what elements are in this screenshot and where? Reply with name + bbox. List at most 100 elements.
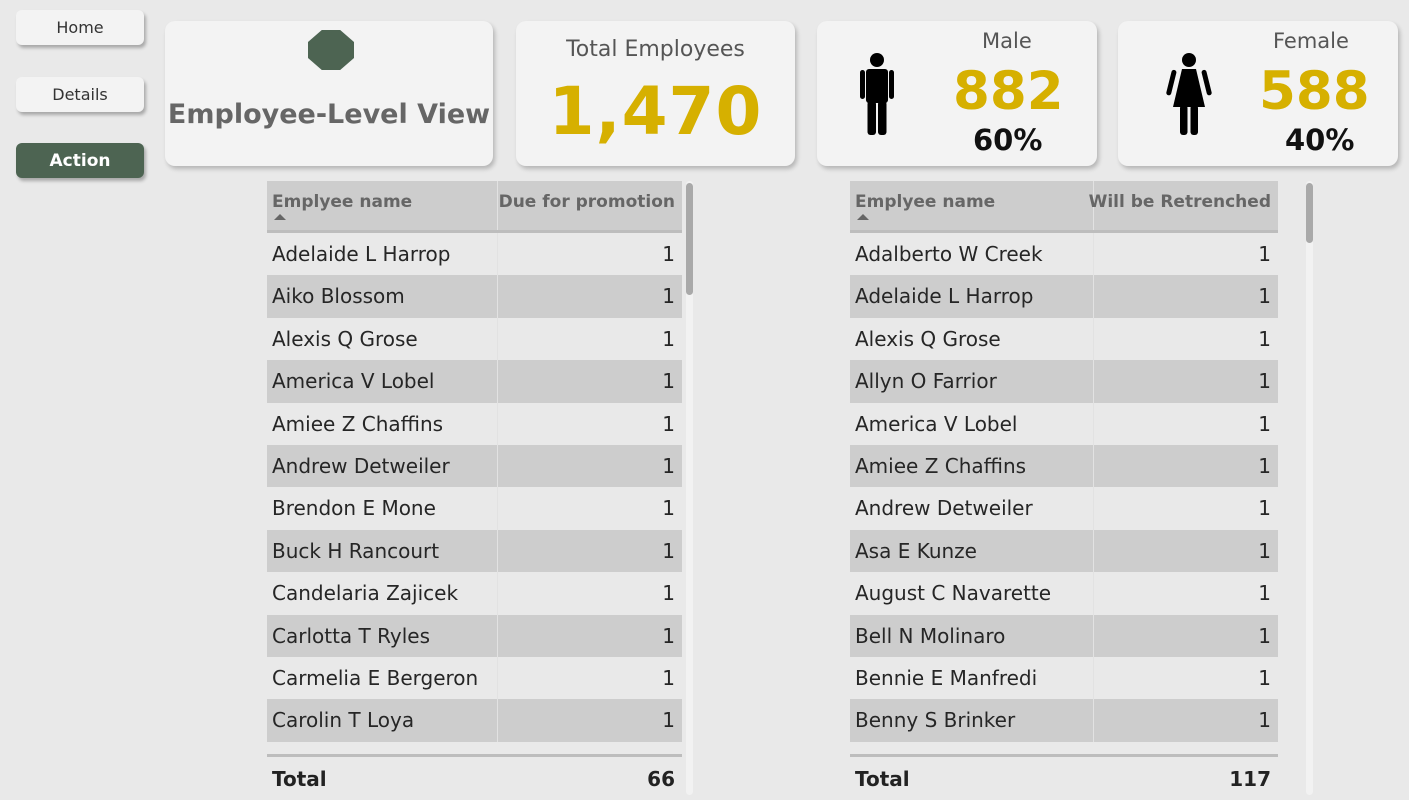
male-percent: 60% — [973, 123, 1043, 157]
column-divider — [1093, 614, 1094, 657]
value-cell: 1 — [1258, 496, 1271, 521]
male-person-icon — [860, 53, 894, 135]
table-row[interactable]: America V Lobel 1 — [267, 360, 682, 403]
table-row[interactable]: August C Navarette 1 — [850, 572, 1278, 615]
table-row[interactable]: Andrew Detweiler 1 — [850, 487, 1278, 530]
employee-name-cell: Andrew Detweiler — [272, 453, 450, 478]
employee-name-cell: Brendon E Mone — [272, 496, 436, 521]
table-row[interactable]: Adelaide L Harrop 1 — [850, 275, 1278, 318]
retrench-total-row: Total 117 — [850, 754, 1278, 798]
table-row[interactable]: Brendon E Mone 1 — [267, 487, 682, 530]
employee-name-cell: Adelaide L Harrop — [855, 284, 1034, 309]
employee-name-cell: Amiee Z Chaffins — [855, 453, 1027, 478]
table-row[interactable]: Buck H Rancourt 1 — [267, 529, 682, 573]
female-percent: 40% — [1285, 123, 1355, 157]
table-row[interactable]: Adelaide L Harrop 1 — [267, 233, 682, 276]
column-header-name[interactable]: Emplyee name — [855, 192, 995, 212]
female-count: 588 — [1259, 61, 1370, 122]
column-header-retrenched[interactable]: Will be Retrenched — [1089, 192, 1271, 212]
table-row[interactable]: America V Lobel 1 — [850, 402, 1278, 445]
table-row[interactable]: Benny S Brinker 1 — [850, 699, 1278, 742]
column-divider — [497, 529, 498, 573]
table-row[interactable]: Carlotta T Ryles 1 — [267, 614, 682, 657]
male-card: Male 882 60% — [817, 21, 1097, 166]
sort-ascending-icon[interactable] — [857, 214, 869, 220]
column-header-promotion[interactable]: Due for promotion — [499, 192, 675, 212]
value-cell: 1 — [1258, 369, 1271, 394]
column-divider — [497, 572, 498, 615]
table-row[interactable]: Allyn O Farrior 1 — [850, 360, 1278, 403]
table-row[interactable]: Alexis Q Grose 1 — [850, 317, 1278, 361]
table-row[interactable]: Amiee Z Chaffins 1 — [267, 402, 682, 445]
column-divider — [1093, 656, 1094, 700]
table-row[interactable]: Carmelia E Bergeron 1 — [267, 656, 682, 700]
total-employees-value: 1,470 — [548, 73, 763, 150]
home-button[interactable]: Home — [16, 10, 144, 45]
promotion-table: Emplyee name Due for promotion Adelaide … — [267, 181, 682, 742]
value-cell: 1 — [1258, 623, 1271, 648]
table-row[interactable]: Bennie E Manfredi 1 — [850, 656, 1278, 700]
employee-name-cell: Buck H Rancourt — [272, 538, 440, 563]
table-row[interactable]: Asa E Kunze 1 — [850, 529, 1278, 573]
value-cell: 1 — [662, 538, 675, 563]
employee-name-cell: Amiee Z Chaffins — [272, 411, 444, 436]
value-cell: 1 — [1258, 242, 1271, 266]
column-divider — [497, 656, 498, 700]
value-cell: 1 — [1258, 708, 1271, 733]
value-cell: 1 — [1258, 665, 1271, 690]
employee-name-cell: Alexis Q Grose — [272, 326, 418, 351]
table-row[interactable]: Candelaria Zajicek 1 — [267, 572, 682, 615]
sort-ascending-icon[interactable] — [274, 214, 286, 220]
employee-name-cell: Bennie E Manfredi — [855, 665, 1038, 690]
table-row[interactable]: Carolin T Loya 1 — [267, 699, 682, 742]
scrollbar-thumb[interactable] — [1306, 183, 1313, 243]
table-row[interactable]: Andrew Detweiler 1 — [267, 444, 682, 488]
table-body: Adalberto W Creek 1 Adelaide L Harrop 1 Alex… — [850, 233, 1278, 742]
employee-name-cell: Asa E Kunze — [855, 538, 977, 563]
table-row[interactable]: Aiko Blossom 1 — [267, 275, 682, 318]
scrollbar-thumb[interactable] — [686, 183, 693, 295]
employee-name-cell: Carmelia E Bergeron — [272, 665, 479, 690]
total-employees-card: Total Employees 1,470 — [516, 21, 795, 166]
value-cell: 1 — [662, 411, 675, 436]
table-row[interactable]: Amiee Z Chaffins 1 — [850, 444, 1278, 488]
total-label: Total — [855, 767, 910, 791]
value-cell: 1 — [662, 284, 675, 309]
table-row[interactable]: Alexis Q Grose 1 — [267, 317, 682, 361]
octagon-icon — [308, 30, 354, 70]
female-person-icon — [1166, 53, 1212, 135]
male-count: 882 — [953, 61, 1064, 122]
value-cell: 1 — [662, 665, 675, 690]
total-value: 117 — [1229, 767, 1271, 791]
retrench-scrollbar[interactable] — [1306, 181, 1313, 795]
employee-name-cell: Carlotta T Ryles — [272, 623, 431, 648]
employee-name-cell: Bell N Molinaro — [855, 623, 1006, 648]
table-row[interactable]: Adalberto W Creek 1 — [850, 233, 1278, 276]
column-divider — [497, 487, 498, 530]
column-divider — [1093, 233, 1094, 276]
total-label: Total — [272, 767, 327, 791]
column-divider — [497, 444, 498, 488]
column-divider — [497, 317, 498, 361]
table-row[interactable]: Bell N Molinaro 1 — [850, 614, 1278, 657]
details-button[interactable]: Details — [16, 77, 144, 112]
column-divider — [1093, 360, 1094, 403]
value-cell: 1 — [662, 242, 675, 266]
column-header-name[interactable]: Emplyee name — [272, 192, 412, 212]
employee-name-cell: Andrew Detweiler — [855, 496, 1033, 521]
table-body: Adelaide L Harrop 1 Aiko Blossom 1 Alexis Q … — [267, 233, 682, 742]
action-button[interactable]: Action — [16, 143, 144, 178]
column-divider — [1093, 402, 1094, 445]
promotion-total-row: Total 66 — [267, 754, 682, 798]
column-divider — [1093, 275, 1094, 318]
female-card: Female 588 40% — [1118, 21, 1398, 166]
value-cell: 1 — [1258, 284, 1271, 309]
promotion-scrollbar[interactable] — [686, 181, 693, 795]
column-divider — [1093, 317, 1094, 361]
female-label: Female — [1273, 29, 1349, 53]
table-header: Emplyee name Due for promotion — [267, 181, 682, 233]
value-cell: 1 — [662, 496, 675, 521]
employee-name-cell: Candelaria Zajicek — [272, 581, 459, 606]
value-cell: 1 — [662, 708, 675, 733]
employee-name-cell: America V Lobel — [272, 369, 435, 394]
